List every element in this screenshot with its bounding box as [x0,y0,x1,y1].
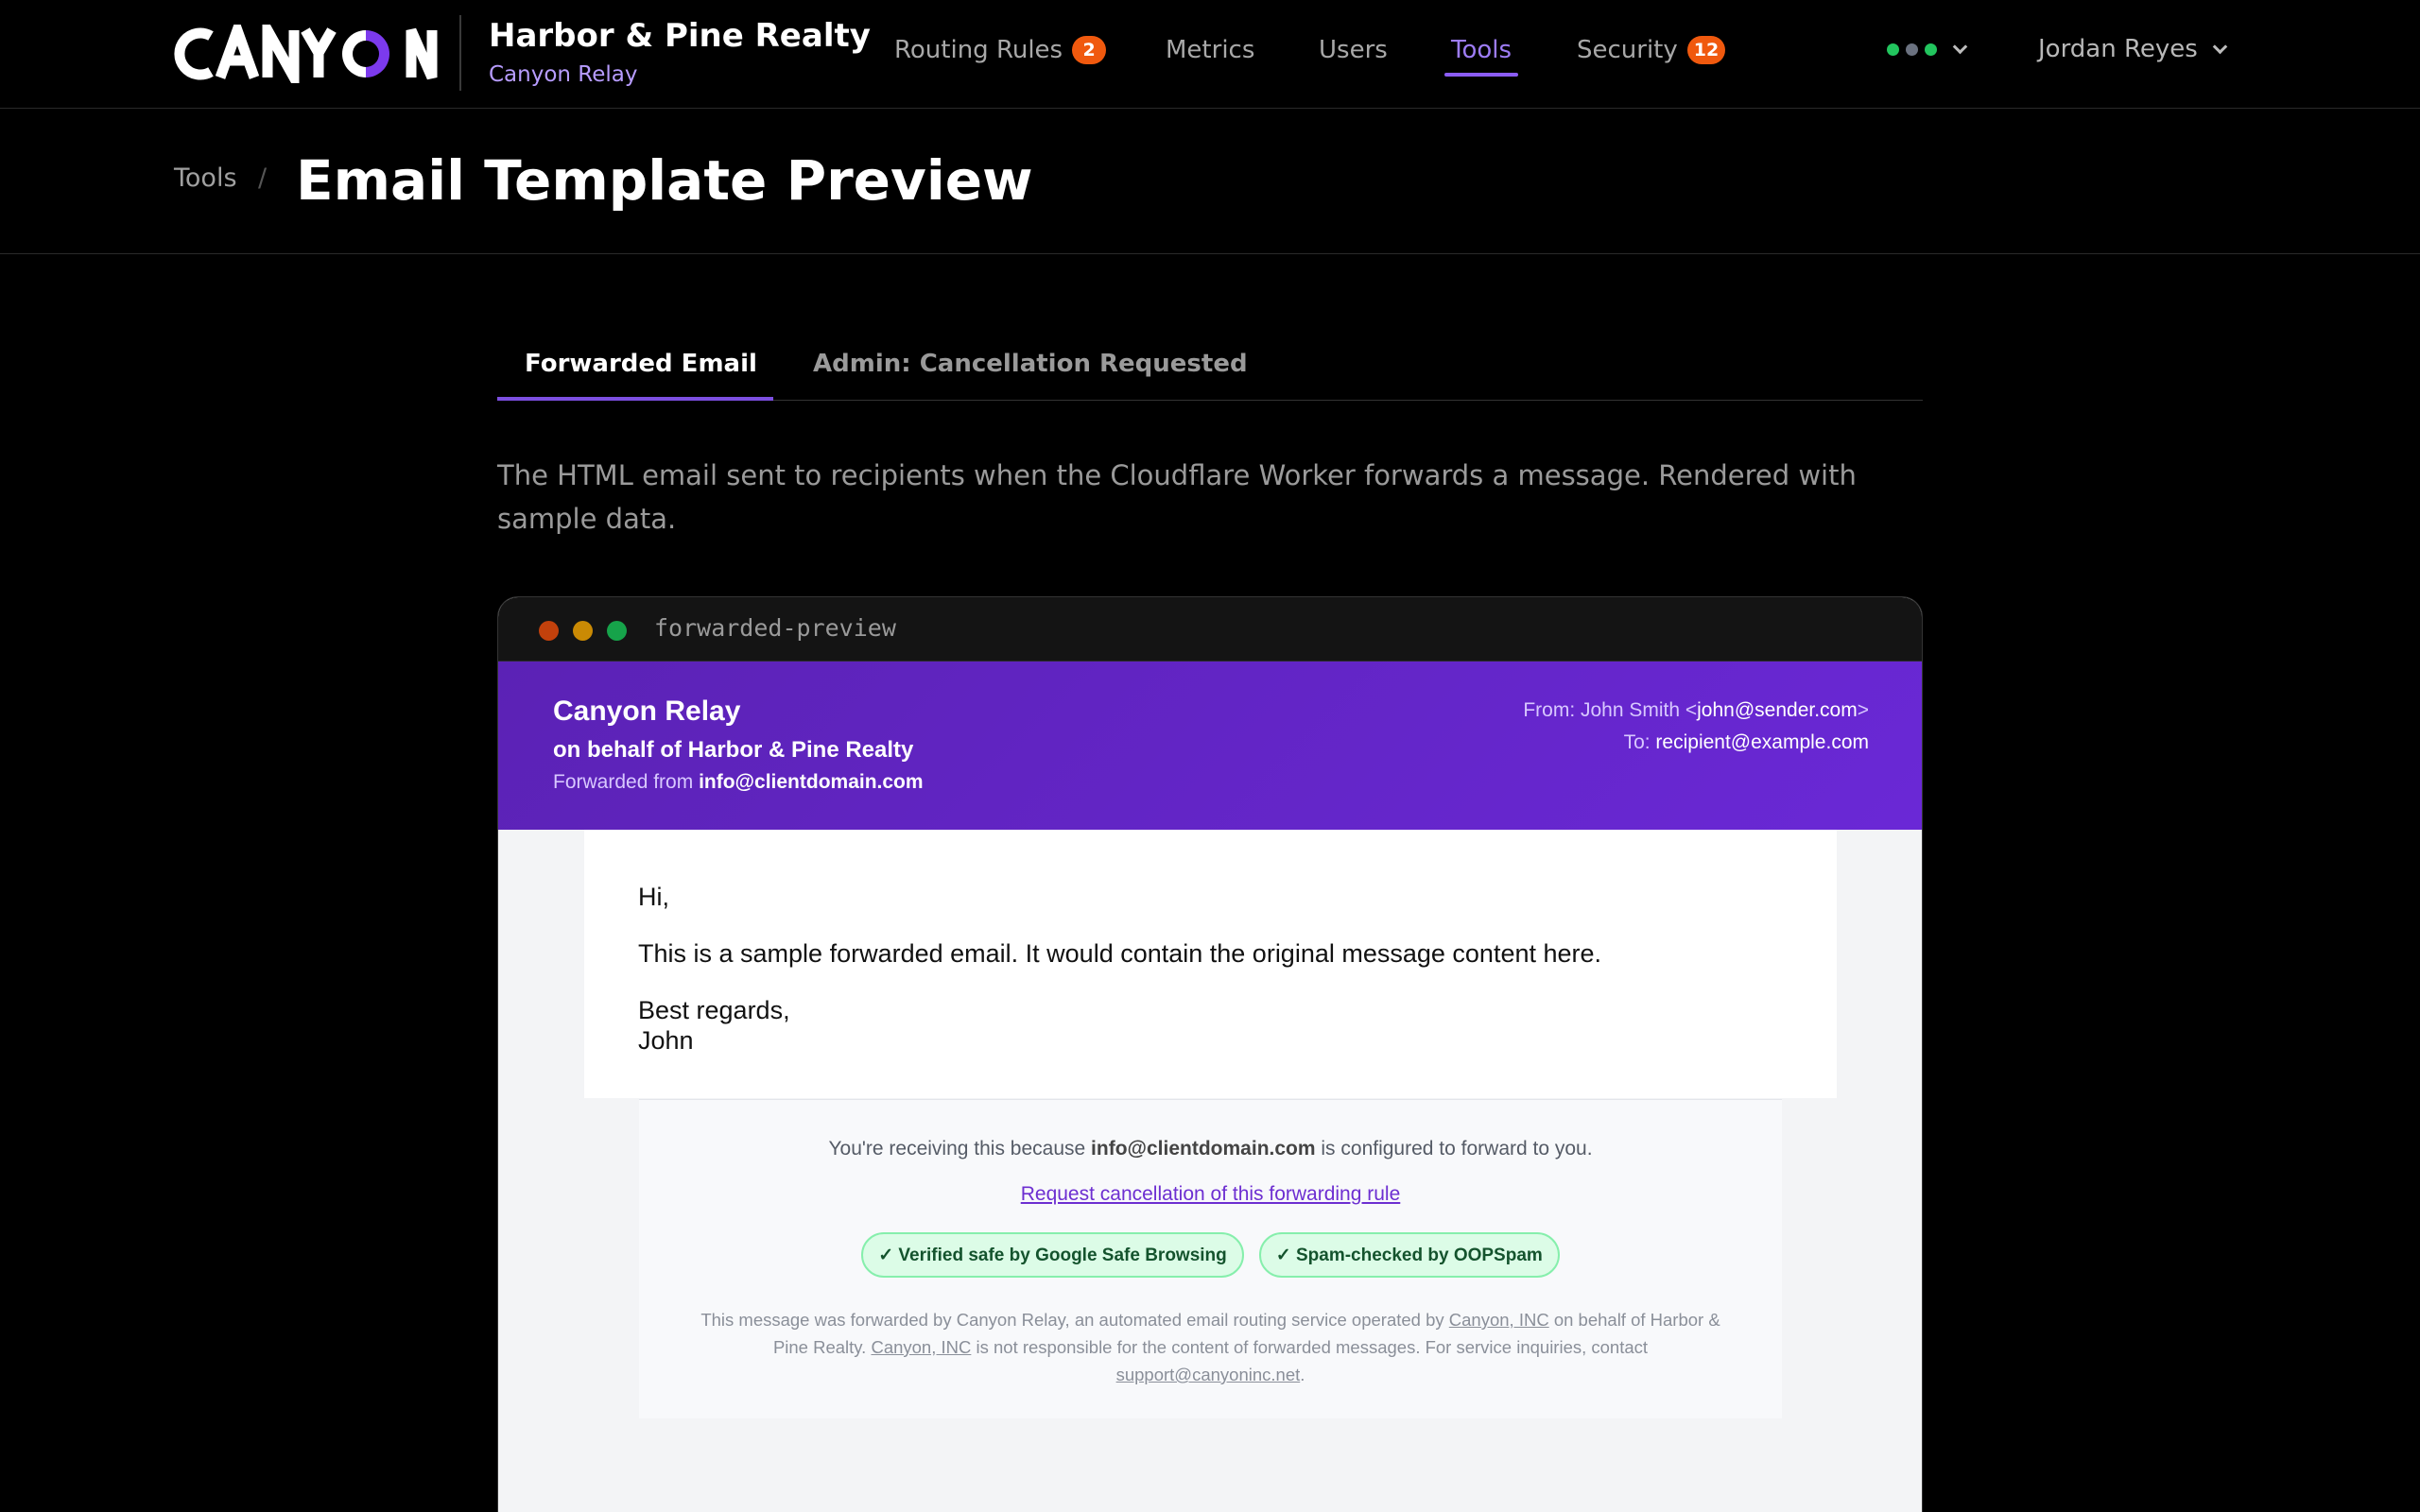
tab-forwarded-email[interactable]: Forwarded Email [525,350,757,378]
spam-check-badge: ✓ Spam-checked by OOPSpam [1258,1232,1560,1278]
email-service-name: Canyon Relay [553,696,741,727]
chevron-down-icon [1952,39,1968,55]
to-line: To: recipient@example.com [1624,731,1869,754]
verification-badges: ✓ Verified safe by Google Safe Browsing … [639,1232,1782,1278]
status-dot [1887,43,1899,56]
safe-browsing-badge: ✓ Verified safe by Google Safe Browsing [861,1232,1244,1278]
nav-users[interactable]: Users [1319,36,1388,64]
email-closing: Best regards, [638,996,790,1024]
active-tab-indicator [497,397,773,401]
cancel-forwarding-link[interactable]: Request cancellation of this forwarding … [639,1183,1782,1206]
security-count-badge: 12 [1686,36,1726,64]
to-address: recipient@example.com [1655,731,1869,753]
from-prefix: From: John Smith < [1523,699,1698,721]
status-dot [1906,43,1918,56]
forwarding-reason: You're receiving this because info@clien… [639,1138,1782,1160]
email-preview-window: forwarded-preview Canyon Relay on behalf… [497,596,1923,1512]
legal-disclaimer: This message was forwarded by Canyon Rel… [696,1306,1725,1388]
routing-rules-count-badge: 2 [1072,36,1107,64]
nav-label: Routing Rules [894,36,1063,64]
email-greeting: Hi, [638,883,669,911]
nav-metrics[interactable]: Metrics [1166,36,1254,64]
reason-prefix: You're receiving this because [828,1138,1086,1160]
from-address: john@sender.com [1697,699,1858,721]
support-email-link[interactable]: support@canyoninc.net [1116,1365,1301,1384]
email-signature: John [638,1026,694,1055]
nav-routing-rules[interactable]: Routing Rules 2 [894,36,1107,64]
nav-label: Users [1319,36,1388,64]
chevron-down-icon [2212,39,2228,54]
email-content: This is a sample forwarded email. It wou… [638,939,1602,968]
forwarded-from-line: Forwarded from info@clientdomain.com [553,771,924,794]
nav-label: Metrics [1166,36,1255,64]
to-prefix: To: [1623,731,1651,753]
window-title: forwarded-preview [654,614,896,642]
window-minimize-dot [573,621,593,641]
page-title: Email Template Preview [296,148,1033,213]
from-line: From: John Smith <john@sender.com> [1523,699,1869,722]
product-name: Canyon Relay [489,62,638,87]
email-header-banner: Canyon Relay on behalf of Harbor & Pine … [498,662,1922,830]
from-suffix: > [1857,699,1869,721]
breadcrumb-tools[interactable]: Tools [174,163,237,193]
canyon-logo[interactable] [173,25,438,83]
email-body: Hi, This is a sample forwarded email. It… [584,830,1837,1098]
user-menu[interactable]: Jordan Reyes [2038,35,2228,63]
status-dot [1925,43,1937,56]
email-footer: You're receiving this because info@clien… [639,1099,1782,1418]
legal-end: . [1300,1365,1305,1384]
active-nav-indicator [1444,73,1518,77]
user-name: Jordan Reyes [2038,35,2198,63]
company-link[interactable]: Canyon, INC [871,1337,971,1357]
reason-address: info@clientdomain.com [1091,1138,1316,1160]
nav-security[interactable]: Security 12 [1577,36,1726,64]
forwarded-address: info@clientdomain.com [699,771,924,793]
top-navigation: Harbor & Pine Realty Canyon Relay Routin… [0,0,2420,109]
window-maximize-dot [607,621,627,641]
page-header: Tools / Email Template Preview [0,109,2420,254]
company-link[interactable]: Canyon, INC [1449,1310,1549,1330]
status-indicator-menu[interactable] [1887,39,1968,56]
reason-suffix: is configured to forward to you. [1321,1138,1593,1160]
nav-label: Tools [1451,36,1512,64]
nav-label: Security [1577,36,1678,64]
breadcrumb-separator: / [258,163,268,193]
email-behalf-line: on behalf of Harbor & Pine Realty [553,737,914,763]
brand-divider [459,15,461,91]
forwarded-prefix: Forwarded from [553,771,694,793]
window-titlebar: forwarded-preview [498,597,1922,662]
legal-text: This message was forwarded by Canyon Rel… [700,1310,1444,1330]
nav-tools[interactable]: Tools [1451,36,1512,64]
template-description: The HTML email sent to recipients when t… [497,459,1857,535]
org-name: Harbor & Pine Realty [489,17,871,55]
tab-admin-cancellation[interactable]: Admin: Cancellation Requested [813,350,1248,378]
template-tabs: Forwarded Email Admin: Cancellation Requ… [497,333,1923,401]
window-close-dot [539,621,559,641]
legal-text: is not responsible for the content of fo… [976,1337,1649,1357]
